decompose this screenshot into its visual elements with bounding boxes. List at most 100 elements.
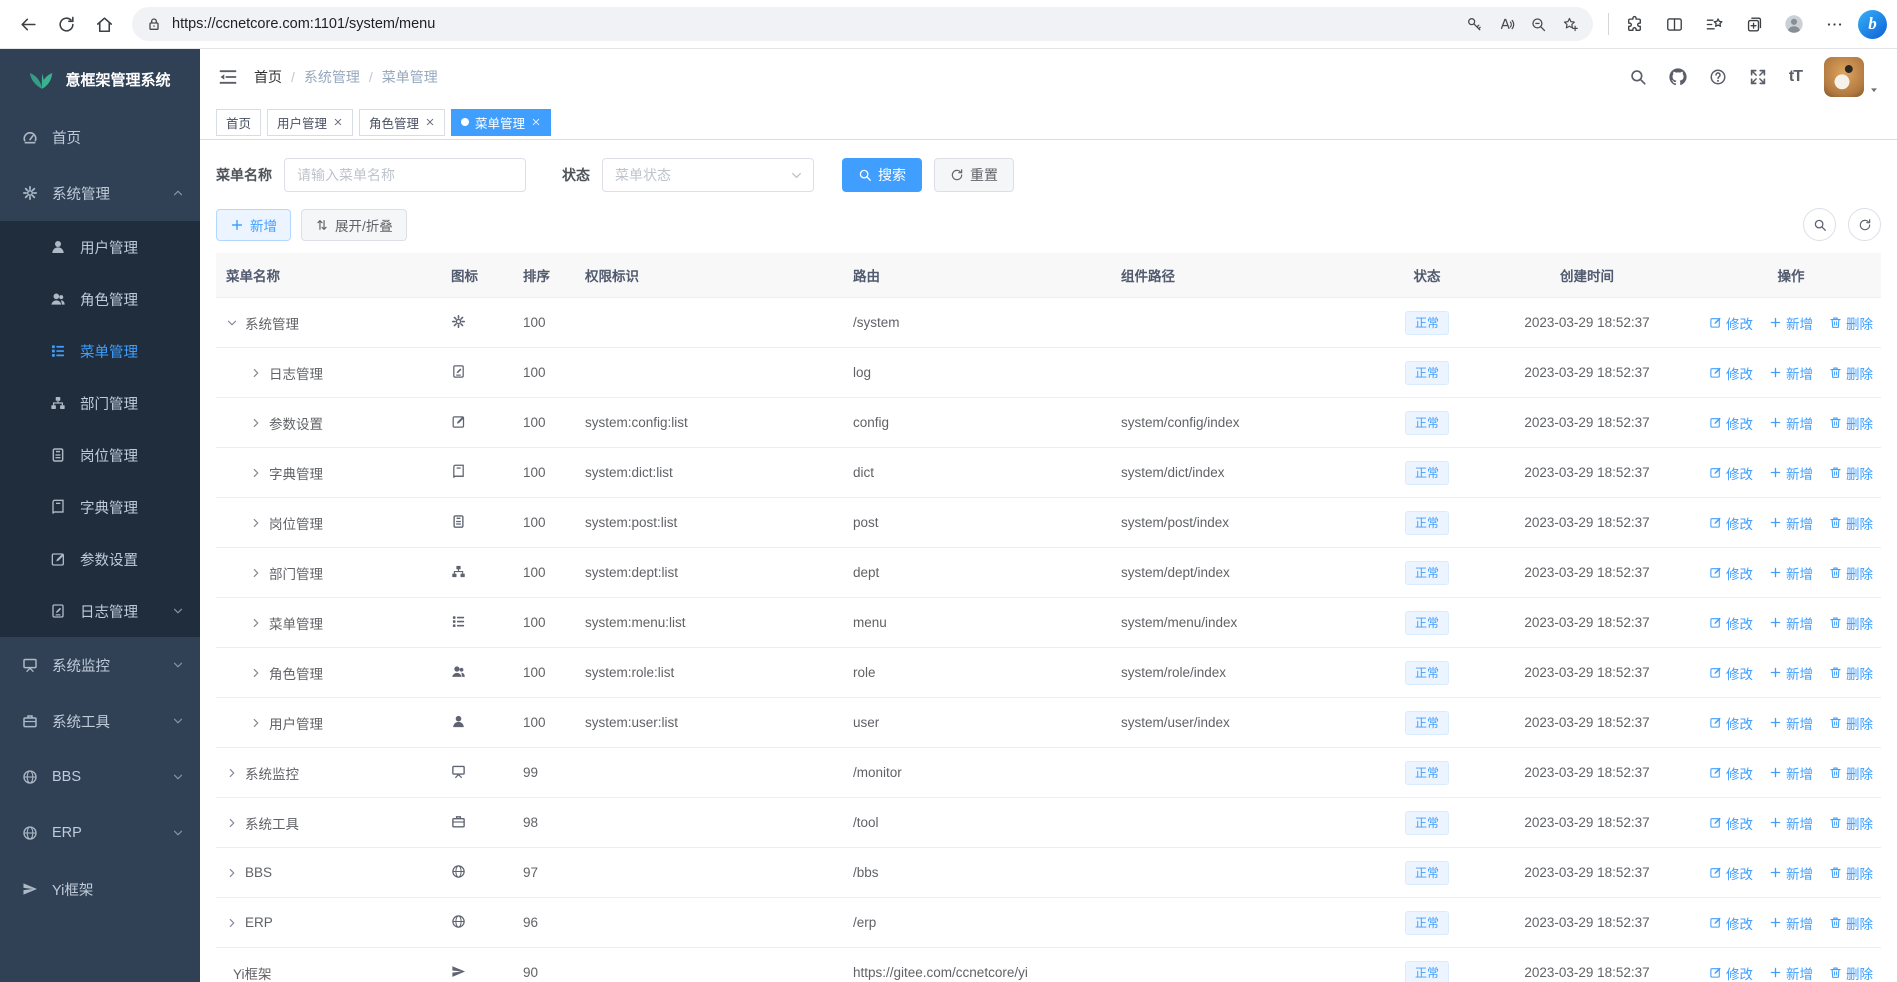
- row-action-edit[interactable]: 修改: [1709, 313, 1753, 333]
- sidebar-item-yi[interactable]: Yi框架: [0, 861, 200, 917]
- user-menu[interactable]: [1824, 57, 1879, 97]
- status-select[interactable]: 菜单状态: [602, 158, 814, 192]
- more-button[interactable]: [1816, 6, 1852, 42]
- close-icon[interactable]: [531, 117, 541, 127]
- row-action-delete[interactable]: 删除: [1829, 663, 1873, 683]
- row-action-add[interactable]: 新增: [1769, 463, 1813, 483]
- sidebar-item-post[interactable]: 岗位管理: [0, 429, 200, 481]
- sidebar-item-log[interactable]: 日志管理: [0, 585, 200, 637]
- search-icon[interactable]: [1629, 68, 1647, 86]
- row-action-edit[interactable]: 修改: [1709, 863, 1753, 883]
- menu-name-input[interactable]: [284, 158, 526, 192]
- row-action-delete[interactable]: 删除: [1829, 963, 1873, 982]
- zoom-out-button[interactable]: [1523, 9, 1553, 39]
- row-action-add[interactable]: 新增: [1769, 713, 1813, 733]
- menu-name-cell[interactable]: 系统工具: [226, 813, 431, 833]
- row-action-edit[interactable]: 修改: [1709, 613, 1753, 633]
- row-action-delete[interactable]: 删除: [1829, 363, 1873, 383]
- read-aloud-button[interactable]: [1491, 9, 1521, 39]
- row-action-delete[interactable]: 删除: [1829, 313, 1873, 333]
- tab-user[interactable]: 用户管理: [267, 109, 353, 136]
- row-action-delete[interactable]: 删除: [1829, 763, 1873, 783]
- menu-name-cell[interactable]: 部门管理: [226, 563, 431, 583]
- table-search-button[interactable]: [1803, 208, 1836, 241]
- row-action-edit[interactable]: 修改: [1709, 413, 1753, 433]
- menu-name-cell[interactable]: 参数设置: [226, 413, 431, 433]
- refresh-button[interactable]: [48, 6, 84, 42]
- collections-button[interactable]: [1736, 6, 1772, 42]
- row-action-add[interactable]: 新增: [1769, 613, 1813, 633]
- fullscreen-icon[interactable]: [1749, 68, 1767, 86]
- row-action-edit[interactable]: 修改: [1709, 363, 1753, 383]
- row-action-edit[interactable]: 修改: [1709, 763, 1753, 783]
- row-action-delete[interactable]: 删除: [1829, 713, 1873, 733]
- sidebar-item-monitor[interactable]: 系统监控: [0, 637, 200, 693]
- row-action-add[interactable]: 新增: [1769, 863, 1813, 883]
- expand-collapse-button[interactable]: 展开/折叠: [301, 209, 407, 241]
- row-action-edit[interactable]: 修改: [1709, 813, 1753, 833]
- key-button[interactable]: [1459, 9, 1489, 39]
- sidebar-item-menu[interactable]: 菜单管理: [0, 325, 200, 377]
- menu-name-cell[interactable]: 系统管理: [226, 313, 431, 333]
- favorites-button[interactable]: [1696, 6, 1732, 42]
- row-action-add[interactable]: 新增: [1769, 763, 1813, 783]
- menu-name-cell[interactable]: 菜单管理: [226, 613, 431, 633]
- add-button[interactable]: 新增: [216, 209, 291, 241]
- row-action-delete[interactable]: 删除: [1829, 463, 1873, 483]
- row-action-edit[interactable]: 修改: [1709, 913, 1753, 933]
- sidebar-item-dept[interactable]: 部门管理: [0, 377, 200, 429]
- row-action-add[interactable]: 新增: [1769, 663, 1813, 683]
- menu-name-cell[interactable]: 系统监控: [226, 763, 431, 783]
- menu-name-cell[interactable]: BBS: [226, 865, 431, 880]
- table-refresh-button[interactable]: [1848, 208, 1881, 241]
- row-action-delete[interactable]: 删除: [1829, 513, 1873, 533]
- tab-home[interactable]: 首页: [216, 109, 261, 136]
- row-action-add[interactable]: 新增: [1769, 563, 1813, 583]
- sidebar-item-system[interactable]: 系统管理: [0, 165, 200, 221]
- search-button[interactable]: 搜索: [842, 158, 922, 192]
- breadcrumb-item[interactable]: 系统管理: [304, 67, 360, 87]
- hamburger-icon[interactable]: [218, 67, 238, 87]
- row-action-add[interactable]: 新增: [1769, 913, 1813, 933]
- row-action-add[interactable]: 新增: [1769, 313, 1813, 333]
- breadcrumb-item[interactable]: 菜单管理: [382, 67, 438, 87]
- extensions-button[interactable]: [1616, 6, 1652, 42]
- row-action-edit[interactable]: 修改: [1709, 463, 1753, 483]
- row-action-add[interactable]: 新增: [1769, 963, 1813, 982]
- menu-name-cell[interactable]: Yi框架: [226, 963, 431, 982]
- row-action-add[interactable]: 新增: [1769, 413, 1813, 433]
- row-action-add[interactable]: 新增: [1769, 363, 1813, 383]
- sidebar-item-home[interactable]: 首页: [0, 109, 200, 165]
- sidebar-item-role[interactable]: 角色管理: [0, 273, 200, 325]
- row-action-edit[interactable]: 修改: [1709, 663, 1753, 683]
- split-screen-button[interactable]: [1656, 6, 1692, 42]
- menu-name-cell[interactable]: 日志管理: [226, 363, 431, 383]
- sidebar-item-erp[interactable]: ERP: [0, 805, 200, 861]
- sidebar-item-bbs[interactable]: BBS: [0, 749, 200, 805]
- sidebar-item-dict[interactable]: 字典管理: [0, 481, 200, 533]
- tab-menu[interactable]: 菜单管理: [451, 109, 551, 136]
- breadcrumb-item[interactable]: 首页: [254, 67, 282, 87]
- close-icon[interactable]: [425, 117, 435, 127]
- row-action-add[interactable]: 新增: [1769, 513, 1813, 533]
- sidebar-item-tool[interactable]: 系统工具: [0, 693, 200, 749]
- github-icon[interactable]: [1669, 68, 1687, 86]
- row-action-delete[interactable]: 删除: [1829, 863, 1873, 883]
- row-action-add[interactable]: 新增: [1769, 813, 1813, 833]
- menu-name-cell[interactable]: 字典管理: [226, 463, 431, 483]
- row-action-edit[interactable]: 修改: [1709, 963, 1753, 982]
- profile-button[interactable]: [1776, 6, 1812, 42]
- help-icon[interactable]: [1709, 68, 1727, 86]
- sidebar-item-user[interactable]: 用户管理: [0, 221, 200, 273]
- menu-name-cell[interactable]: ERP: [226, 915, 431, 930]
- font-size-icon[interactable]: tT: [1789, 68, 1802, 86]
- home-button[interactable]: [86, 6, 122, 42]
- sidebar-item-config[interactable]: 参数设置: [0, 533, 200, 585]
- row-action-delete[interactable]: 删除: [1829, 413, 1873, 433]
- favorites-add-button[interactable]: [1555, 9, 1585, 39]
- copilot-icon[interactable]: b: [1858, 10, 1887, 39]
- menu-name-cell[interactable]: 岗位管理: [226, 513, 431, 533]
- row-action-delete[interactable]: 删除: [1829, 563, 1873, 583]
- back-button[interactable]: [10, 6, 46, 42]
- menu-name-cell[interactable]: 角色管理: [226, 663, 431, 683]
